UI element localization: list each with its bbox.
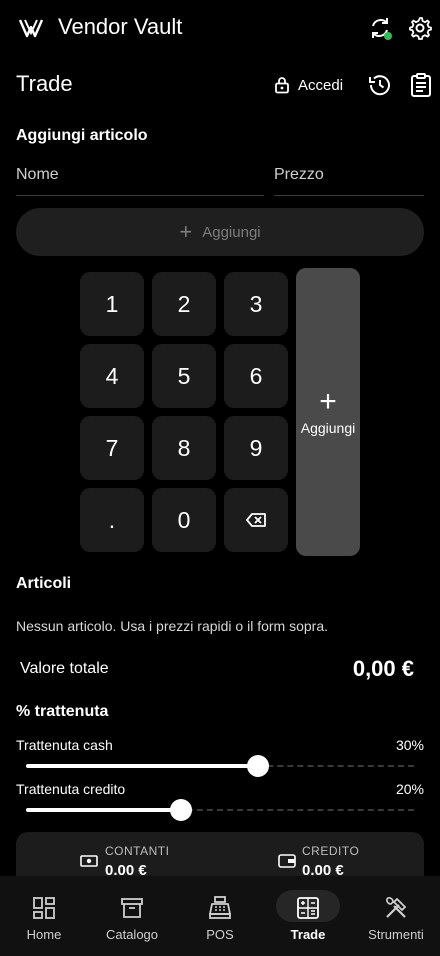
bottom-navigation: Home Catalogo POS Trade Strumenti: [0, 876, 440, 956]
credit-retention-label: Trattenuta credito: [16, 781, 126, 797]
cash-retention-label: Trattenuta cash: [16, 737, 113, 753]
retention-title: % trattenuta: [16, 703, 109, 720]
cash-retention-percent: 30%: [395, 737, 424, 753]
nav-item-catalogo[interactable]: Catalogo: [88, 876, 176, 956]
sync-button[interactable]: [366, 14, 394, 42]
add-item-button-label: Aggiungi: [202, 223, 261, 241]
app-bar: Vendor Vault: [0, 0, 440, 56]
credit-retention-percent: 20%: [395, 781, 424, 797]
keypad-key-5[interactable]: 5: [152, 344, 216, 408]
keypad-key-9[interactable]: 9: [224, 416, 288, 480]
history-icon: [369, 75, 390, 96]
plus-icon: +: [179, 219, 193, 244]
plus-icon: +: [319, 385, 337, 418]
keypad-key-8[interactable]: 8: [152, 416, 216, 480]
keypad-backspace-button[interactable]: [224, 488, 288, 552]
keypad-key-1[interactable]: 1: [80, 272, 144, 336]
add-item-button[interactable]: + Aggiungi: [16, 208, 424, 256]
keypad-key-0[interactable]: 0: [152, 488, 216, 552]
nav-item-trade[interactable]: Trade: [264, 876, 352, 956]
name-input[interactable]: Nome: [16, 160, 264, 196]
slider-fill: [26, 764, 258, 768]
keypad-add-label: Aggiungi: [300, 420, 356, 436]
dashboard-icon: [33, 897, 55, 919]
keypad-key-6[interactable]: 6: [224, 344, 288, 408]
lock-icon: [275, 77, 289, 94]
archive-icon: [121, 898, 143, 918]
nav-item-strumenti[interactable]: Strumenti: [352, 876, 440, 956]
keypad-key-3[interactable]: 3: [224, 272, 288, 336]
total-label: Valore totale: [20, 660, 109, 677]
clipboard-button[interactable]: [407, 71, 435, 99]
backspace-icon: [246, 513, 266, 527]
cash-summary-label: CONTANTI: [105, 844, 170, 858]
credit-summary-label: CREDITO: [302, 844, 360, 858]
slider-fill: [26, 808, 181, 812]
slider-thumb[interactable]: [247, 755, 269, 777]
page-title: Trade: [16, 71, 73, 96]
app-title: Vendor Vault: [58, 14, 183, 39]
login-button[interactable]: Accedi: [274, 72, 343, 98]
nav-item-home[interactable]: Home: [0, 876, 88, 956]
price-input[interactable]: Prezzo: [274, 160, 424, 196]
settings-button[interactable]: [406, 14, 434, 42]
keypad-key-decimal[interactable]: .: [80, 488, 144, 552]
cash-icon: [80, 855, 98, 867]
vendor-vault-logo-icon: [18, 19, 44, 38]
keypad-key-7[interactable]: 7: [80, 416, 144, 480]
login-label: Accedi: [298, 76, 344, 94]
keypad-key-4[interactable]: 4: [80, 344, 144, 408]
calculator-icon: [297, 897, 319, 919]
add-item-title: Aggiungi articolo: [16, 127, 148, 144]
keypad-key-2[interactable]: 2: [152, 272, 216, 336]
total-value: 0,00 €: [352, 656, 414, 681]
tools-icon: [386, 897, 407, 918]
keypad-add-button[interactable]: + Aggiungi: [296, 268, 360, 556]
wallet-icon: [278, 854, 296, 868]
clipboard-list-icon: [411, 73, 431, 97]
nav-label-catalogo: Catalogo: [105, 927, 159, 942]
nav-label-trade: Trade: [290, 927, 326, 942]
slider-thumb[interactable]: [169, 799, 192, 821]
cash-register-icon: [209, 896, 231, 919]
history-button[interactable]: [366, 71, 394, 99]
nav-label-strumenti: Strumenti: [368, 927, 424, 942]
nav-label-home: Home: [26, 927, 62, 942]
items-title: Articoli: [16, 575, 72, 592]
sync-status-dot: [384, 32, 392, 40]
nav-label-pos: POS: [206, 927, 234, 942]
gear-icon: [409, 17, 432, 40]
nav-item-pos[interactable]: POS: [176, 876, 264, 956]
items-empty-message: Nessun articolo. Usa i prezzi rapidi o i…: [16, 618, 329, 634]
